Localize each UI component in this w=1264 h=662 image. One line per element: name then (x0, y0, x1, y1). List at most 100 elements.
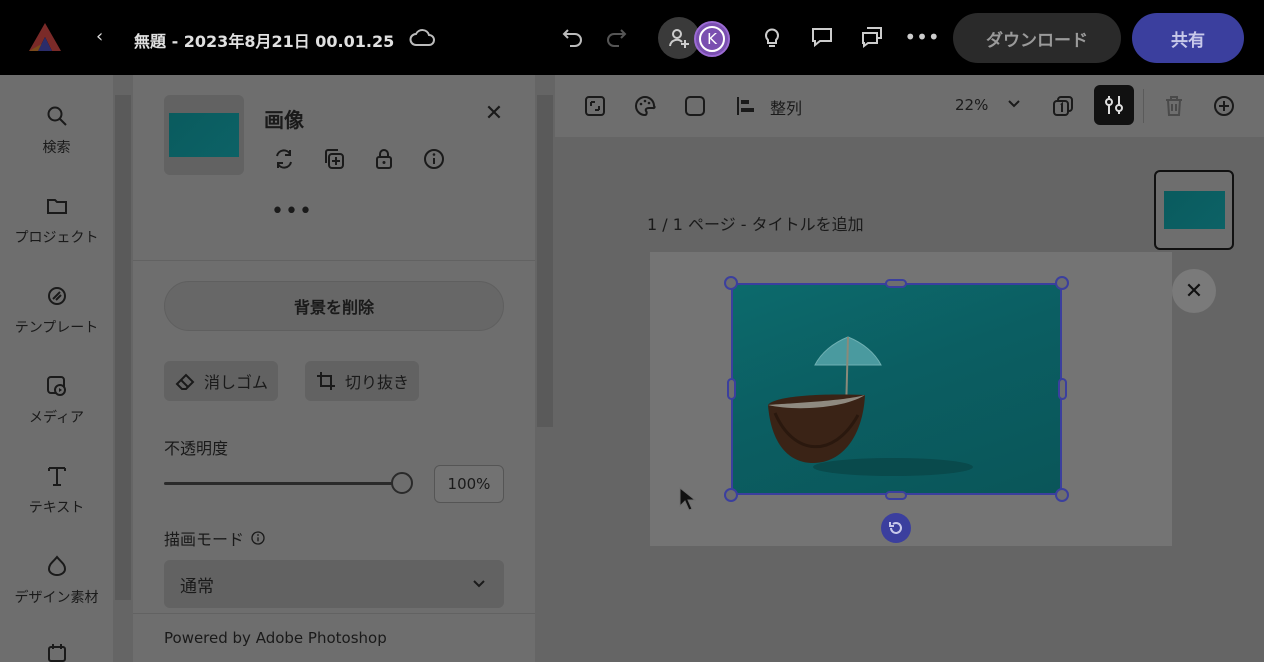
blend-mode-label-row: 描画モード (164, 526, 266, 550)
resize-handle-bottom[interactable] (885, 491, 907, 500)
mouse-cursor-icon (679, 486, 697, 511)
opacity-input[interactable]: 100% (434, 465, 504, 503)
more-actions-icon[interactable]: ••• (271, 199, 313, 224)
shape-icon[interactable] (682, 93, 708, 119)
trash-icon[interactable] (1161, 93, 1187, 119)
rotate-icon (889, 522, 902, 534)
close-icon[interactable]: ✕ (483, 103, 505, 125)
rail-scrollbar[interactable] (113, 75, 133, 662)
crop-icon (317, 372, 335, 390)
panel-title: 画像 (264, 108, 304, 132)
rail-item-text[interactable]: テキスト (0, 463, 113, 517)
rail-scroll-thumb[interactable] (115, 95, 131, 600)
more-options-icon[interactable]: ••• (904, 22, 939, 52)
rail-item-label: メディア (28, 410, 85, 426)
undo-icon[interactable] (558, 22, 588, 52)
rail-item-projects[interactable]: プロジェクト (0, 193, 113, 247)
eraser-button[interactable]: 消しゴム (164, 361, 279, 401)
back-chevron-icon[interactable]: ‹ (96, 26, 103, 47)
divider (1143, 89, 1144, 123)
opacity-label: 不透明度 (164, 439, 229, 458)
chevron-down-icon (473, 580, 485, 588)
image-properties-panel: 画像 ✕ ••• 背景を削除 消しゴム 切り抜き 不透明度 100% 描画モード… (133, 75, 535, 662)
close-icon[interactable]: ✕ (1172, 269, 1216, 313)
rail-item-more[interactable] (0, 640, 113, 662)
blend-mode-value: 通常 (180, 576, 214, 597)
avatar[interactable]: K (694, 21, 730, 57)
replace-icon[interactable] (272, 147, 296, 171)
coconut-umbrella-photo (768, 336, 973, 476)
redo-icon[interactable] (601, 22, 631, 52)
top-bar: ‹ 無題 - 2023年8月21日 00.01.25 K ••• ダウンロード … (0, 0, 1264, 75)
rotate-handle[interactable] (881, 513, 911, 543)
search-icon (44, 103, 70, 129)
crop-label: 切り抜き (345, 373, 410, 392)
remove-background-button[interactable]: 背景を削除 (164, 281, 504, 331)
rail-item-label: 検索 (42, 140, 71, 156)
cloud-icon[interactable] (408, 26, 436, 50)
eraser-icon (175, 373, 195, 390)
rail-item-label: デザイン素材 (14, 590, 99, 606)
image-thumbnail (164, 95, 244, 175)
resize-handle-left[interactable] (727, 378, 736, 400)
comment-icon[interactable] (807, 22, 837, 52)
canvas-toolbar: 整列 22% (555, 75, 1264, 137)
text-icon (44, 463, 70, 489)
lightbulb-icon[interactable] (757, 22, 787, 52)
calendar-icon (44, 640, 70, 662)
resize-handle-top-right[interactable] (1055, 276, 1069, 290)
resize-icon[interactable] (582, 93, 608, 119)
rail-item-label: テンプレート (14, 320, 99, 336)
panel-scrollbar[interactable] (535, 75, 555, 662)
share-button[interactable]: 共有 (1132, 13, 1244, 63)
media-icon (44, 373, 70, 399)
page-thumbnail[interactable] (1154, 170, 1234, 250)
resize-handle-top[interactable] (885, 279, 907, 288)
chat-icon[interactable] (857, 22, 887, 52)
add-circle-icon[interactable] (1211, 93, 1237, 119)
adjust-icon (1105, 96, 1123, 114)
resize-handle-right[interactable] (1058, 378, 1067, 400)
lock-icon[interactable] (372, 147, 396, 171)
adobe-express-logo[interactable] (28, 22, 62, 52)
design-assets-icon (44, 553, 70, 579)
blend-mode-label: 描画モード (164, 530, 245, 549)
page-thumbnail-image (1164, 191, 1225, 229)
layer-order-icon[interactable] (1050, 93, 1076, 119)
folder-icon (44, 193, 70, 219)
download-button[interactable]: ダウンロード (953, 13, 1121, 63)
resize-handle-top-left[interactable] (724, 276, 738, 290)
duplicate-icon[interactable] (322, 147, 346, 171)
page-label[interactable]: 1 / 1 ページ - タイトルを追加 (647, 211, 864, 235)
properties-toggle-button[interactable] (1094, 85, 1134, 125)
add-person-icon (669, 29, 689, 48)
divider (133, 613, 535, 614)
info-icon[interactable] (250, 530, 266, 546)
selected-image[interactable] (731, 283, 1062, 495)
rail-item-media[interactable]: メディア (0, 373, 113, 427)
divider (133, 260, 535, 261)
rail-item-search[interactable]: 検索 (0, 103, 113, 157)
rail-item-label: テキスト (28, 500, 85, 516)
resize-handle-bottom-left[interactable] (724, 488, 738, 502)
rail-item-label: プロジェクト (14, 230, 99, 246)
palette-icon[interactable] (632, 93, 658, 119)
info-icon[interactable] (422, 147, 446, 171)
opacity-slider-handle[interactable] (391, 472, 413, 494)
panel-scroll-thumb[interactable] (537, 95, 553, 427)
chevron-down-icon[interactable] (1005, 95, 1023, 113)
align-label[interactable]: 整列 (770, 95, 802, 119)
document-title[interactable]: 無題 - 2023年8月21日 00.01.25 (134, 28, 394, 52)
thumbnail-image (169, 113, 239, 157)
opacity-slider-track[interactable] (164, 482, 402, 485)
crop-button[interactable]: 切り抜き (305, 361, 420, 401)
zoom-level[interactable]: 22% (955, 96, 988, 114)
rail-item-design-assets[interactable]: デザイン素材 (0, 553, 113, 607)
rail-item-templates[interactable]: テンプレート (0, 283, 113, 337)
resize-handle-bottom-right[interactable] (1055, 488, 1069, 502)
powered-by-text: Powered by Adobe Photoshop (164, 629, 387, 647)
align-icon[interactable] (733, 93, 759, 119)
blend-mode-select[interactable]: 通常 (164, 560, 504, 608)
left-rail: 検索 プロジェクト テンプレート メディア テキスト デザイン素材 (0, 75, 113, 662)
avatar-initial: K (699, 26, 725, 52)
